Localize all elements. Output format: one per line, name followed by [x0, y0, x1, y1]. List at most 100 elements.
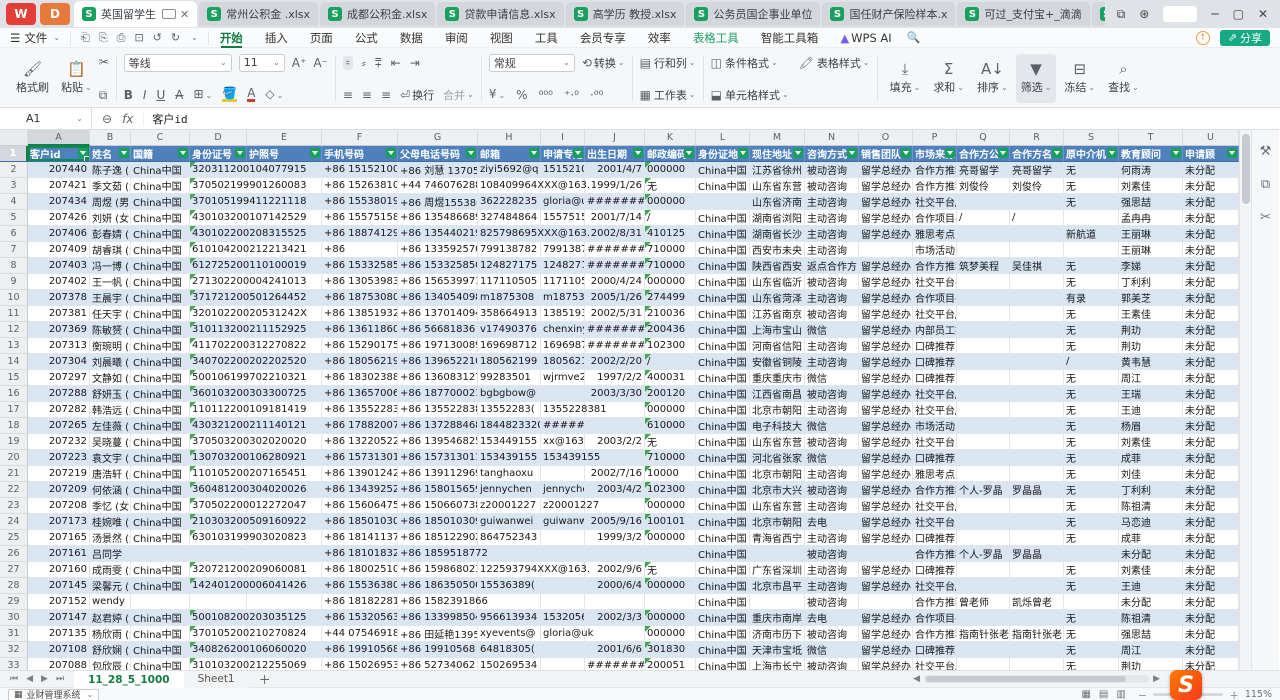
- cell[interactable]: +86 1372884680: [398, 418, 478, 434]
- cell[interactable]: 370503200302020020: [190, 434, 247, 450]
- filter-dropdown-icon[interactable]: [901, 148, 911, 158]
- document-tab[interactable]: S国任财产保险样本.x: [822, 2, 955, 26]
- cell[interactable]: 梁馨元 (女: [90, 578, 131, 594]
- cell[interactable]: [957, 402, 1010, 418]
- cell[interactable]: 117110505: [478, 274, 541, 290]
- cell[interactable]: 207223: [28, 450, 90, 466]
- cell[interactable]: China中国: [696, 658, 750, 670]
- cell[interactable]: /: [957, 210, 1010, 226]
- header-cell[interactable]: 市场来源: [913, 146, 957, 162]
- cell[interactable]: China中国: [131, 626, 190, 642]
- header-cell[interactable]: 身份证号: [190, 146, 247, 162]
- comma-style-icon[interactable]: ⁰⁰⁰: [539, 89, 553, 101]
- print-icon[interactable]: ⎙: [117, 31, 126, 45]
- cell[interactable]: 411702200312270822: [190, 338, 247, 354]
- cell[interactable]: 207173: [28, 514, 90, 530]
- cell[interactable]: 未分配: [1183, 466, 1239, 482]
- row-number[interactable]: 20: [0, 450, 28, 466]
- cell[interactable]: 留学总经办: [859, 562, 913, 578]
- document-tab[interactable]: S英国留学生✕: [74, 1, 197, 27]
- cell[interactable]: 陈子逸 (男: [90, 162, 131, 178]
- cell[interactable]: [957, 274, 1010, 290]
- sheet-tab[interactable]: 11_28_5_1000: [74, 671, 184, 688]
- cell[interactable]: 2002/3/3: [585, 610, 645, 626]
- cell[interactable]: 社交平台/: [913, 658, 957, 670]
- cell[interactable]: 000000: [645, 626, 696, 642]
- cell[interactable]: +86 1506607386: [398, 498, 478, 514]
- cell[interactable]: [645, 594, 696, 610]
- cell[interactable]: China中国: [131, 418, 190, 434]
- cell[interactable]: 无: [1064, 178, 1119, 194]
- cell[interactable]: 无: [1064, 306, 1119, 322]
- align-top-icon[interactable]: ⹀: [343, 56, 353, 70]
- cell[interactable]: 未分配: [1183, 210, 1239, 226]
- cell[interactable]: 799138782: [541, 242, 585, 258]
- cell[interactable]: 留学总经办: [859, 610, 913, 626]
- cell[interactable]: 胡睿琪 (女: [90, 242, 131, 258]
- cell[interactable]: 社交平台,: [913, 514, 957, 530]
- cell[interactable]: +86 15026953: [322, 658, 398, 670]
- cell[interactable]: 主动咨询: [805, 466, 859, 482]
- cell[interactable]: 无: [1064, 322, 1119, 338]
- align-left-icon[interactable]: ≡: [343, 89, 353, 101]
- cell[interactable]: 无: [645, 178, 696, 194]
- cell[interactable]: 北京市朝阳: [750, 514, 805, 530]
- cell[interactable]: 社交平台/: [913, 194, 957, 210]
- row-number[interactable]: 10: [0, 290, 28, 306]
- cell[interactable]: +86 1391129694: [398, 466, 478, 482]
- cell[interactable]: 湖南省长沙: [750, 226, 805, 242]
- table-row[interactable]: 24207173桂婉唯 (女China中国210303200509160922+…: [0, 514, 1239, 530]
- cell[interactable]: +86 1877000215: [398, 386, 478, 402]
- cell[interactable]: 000000: [645, 498, 696, 514]
- cell[interactable]: [1010, 610, 1064, 626]
- cell[interactable]: 王丽琳: [1119, 242, 1183, 258]
- cell[interactable]: 未分配: [1183, 642, 1239, 658]
- cell[interactable]: 未分配: [1183, 306, 1239, 322]
- cell[interactable]: 去电: [805, 514, 859, 530]
- search-icon[interactable]: 🔍: [907, 31, 921, 44]
- cell[interactable]: China中国: [696, 274, 750, 290]
- cell[interactable]: [1010, 274, 1064, 290]
- row-number[interactable]: 8: [0, 258, 28, 274]
- cell[interactable]: 留学总经办: [859, 498, 913, 514]
- cell[interactable]: [1010, 530, 1064, 546]
- cell[interactable]: 合作方推荐: [913, 482, 957, 498]
- cell[interactable]: 留学总经办: [859, 514, 913, 530]
- cell[interactable]: 留学总经办: [859, 226, 913, 242]
- cell[interactable]: +86 13901242: [322, 466, 398, 482]
- cell[interactable]: 210303200509160922: [190, 514, 247, 530]
- table-style-button[interactable]: 🖍表格样式⌄: [799, 54, 870, 71]
- cell[interactable]: [585, 546, 645, 562]
- cell[interactable]: +86 1533258500: [398, 258, 478, 274]
- cell[interactable]: 刘妍 (女): [90, 210, 131, 226]
- cell[interactable]: 电子科技大: [750, 418, 805, 434]
- cell[interactable]: +86 1598680231: [398, 562, 478, 578]
- cell[interactable]: China中国: [696, 242, 750, 258]
- cell[interactable]: 个人-罗晶: [957, 482, 1010, 498]
- cell[interactable]: 杨欣雨 (女: [90, 626, 131, 642]
- cell[interactable]: +86 15731301: [322, 450, 398, 466]
- currency-icon[interactable]: ¥⌄: [489, 88, 505, 102]
- cell[interactable]: 无: [1064, 498, 1119, 514]
- cell[interactable]: 江西省南昌: [750, 386, 805, 402]
- cell[interactable]: 207152: [28, 594, 90, 610]
- cell[interactable]: 西安市未央: [750, 242, 805, 258]
- header-cell[interactable]: 姓名: [90, 146, 131, 162]
- cell[interactable]: +86 15606475: [322, 498, 398, 514]
- cell[interactable]: China中国: [131, 210, 190, 226]
- cell[interactable]: +86: [322, 242, 398, 258]
- cell[interactable]: +86 13220522: [322, 434, 398, 450]
- filter-dropdown-icon[interactable]: [1052, 148, 1062, 158]
- cell[interactable]: +86 15536380: [322, 578, 398, 594]
- cell[interactable]: 无: [645, 434, 696, 450]
- cell[interactable]: China中国: [131, 290, 190, 306]
- cell[interactable]: China中国: [131, 274, 190, 290]
- row-number[interactable]: 6: [0, 226, 28, 242]
- cell[interactable]: 王晨宇 (男: [90, 290, 131, 306]
- cell[interactable]: 口碑推荐,: [913, 338, 957, 354]
- cell[interactable]: 孟冉冉: [1119, 210, 1183, 226]
- cell[interactable]: 有录: [1064, 290, 1119, 306]
- cell[interactable]: 湖南省浏阳: [750, 210, 805, 226]
- cell[interactable]: 无: [1064, 562, 1119, 578]
- cell[interactable]: +86 18056219: [322, 354, 398, 370]
